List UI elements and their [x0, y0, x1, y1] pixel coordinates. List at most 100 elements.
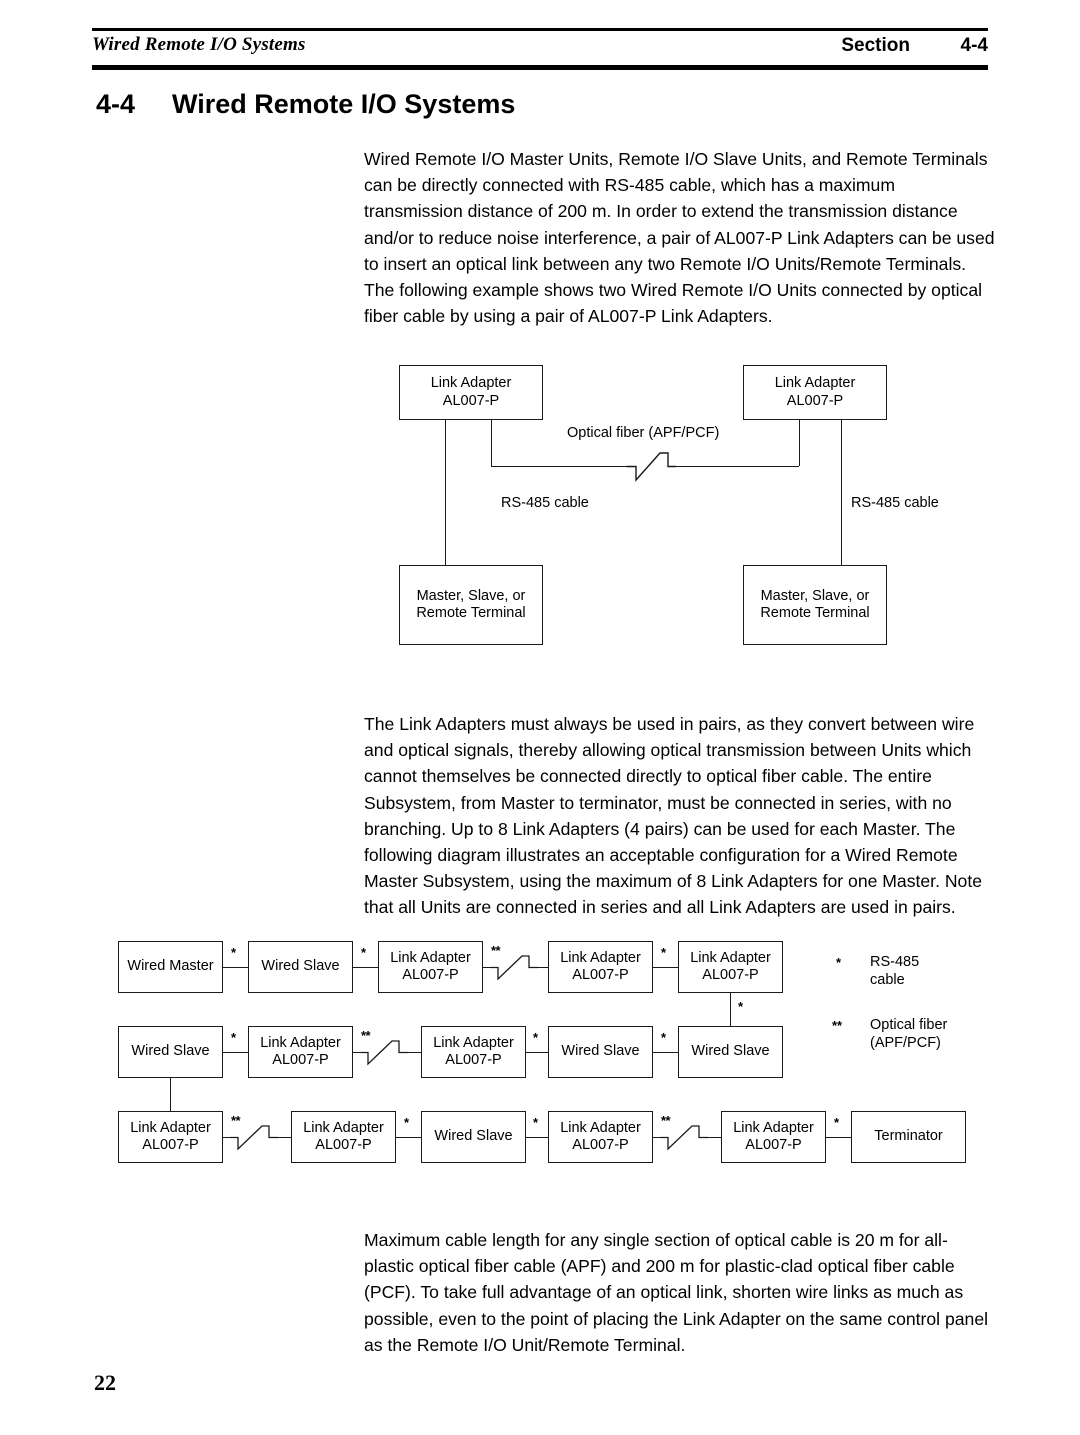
diagram2-row2-box3-link-adapter: Link Adapter AL007-P	[421, 1026, 526, 1078]
box-line-1: Link Adapter	[430, 375, 512, 391]
box-line-1: Link Adapter	[303, 1119, 384, 1136]
diagram1-fiber-riser-right	[799, 420, 800, 466]
box-line-2: AL007-P	[702, 967, 759, 983]
diagram1-fiber-riser-left	[491, 420, 492, 466]
box-line-2: AL007-P	[786, 392, 844, 409]
diagram1-unit-left: Master, Slave, or Remote Terminal	[399, 565, 543, 645]
box-line-1: Wired Slave	[261, 958, 340, 975]
diagram2-drop-row2-row3	[170, 1078, 171, 1111]
header-row: Wired Remote I/O Systems Section 4-4	[92, 31, 988, 65]
diagram1-rs485-label-right: RS-485 cable	[851, 495, 939, 511]
diagram2-row1-fiber-stub-right	[537, 967, 548, 968]
diagram1-fiber-run-right	[670, 466, 799, 467]
box-line-2: AL007-P	[142, 1137, 199, 1153]
diagram2-row1-link2	[353, 967, 378, 968]
diagram1-rs485-line-right	[841, 420, 842, 565]
diagram1-fiber-run-left	[491, 466, 632, 467]
legend-text-optical-line2: (APF/PCF)	[870, 1035, 941, 1051]
section-heading-text: Wired Remote I/O Systems	[172, 89, 516, 119]
box-line-1: Wired Slave	[561, 1043, 640, 1060]
box-line-1: Link Adapter	[260, 1034, 341, 1051]
diagram2-row3-box5-link-adapter: Link Adapter AL007-P	[721, 1111, 826, 1163]
diagram2-row3-mark3: *	[533, 1115, 538, 1130]
diagram-wired-master-subsystem: Wired Master * Wired Slave * Link Adapte…	[110, 930, 990, 1180]
diagram2-row3-box2-link-adapter: Link Adapter AL007-P	[291, 1111, 396, 1163]
box-line-1: Link Adapter	[690, 949, 771, 966]
diagram2-row3-box3-wired-slave: Wired Slave	[421, 1111, 526, 1163]
diagram2-row2-mark2: **	[361, 1028, 371, 1043]
diagram1-rs485-label-left: RS-485 cable	[501, 495, 589, 511]
optical-break-symbol-icon	[490, 955, 538, 981]
box-line-2: AL007-P	[745, 1137, 802, 1153]
box-line-2: AL007-P	[272, 1052, 329, 1068]
box-line-1: Link Adapter	[130, 1119, 211, 1136]
diagram2-row3-fiber2-stub-right	[707, 1137, 721, 1138]
page-number: 22	[94, 1370, 116, 1395]
diagram2-row2-link3	[526, 1052, 548, 1053]
box-line-2: AL007-P	[572, 967, 629, 983]
diagram2-row1-mark1: *	[231, 945, 236, 960]
diagram1-optical-fiber-label: Optical fiber (APF/PCF)	[567, 425, 720, 441]
legend-text-rs485-line1: RS-485	[870, 954, 920, 970]
header-running-title: Wired Remote I/O Systems	[92, 34, 306, 55]
diagram2-row2-link1	[223, 1052, 248, 1053]
diagram2-row2-box4-wired-slave: Wired Slave	[548, 1026, 653, 1078]
diagram1-rs485-line-left	[445, 420, 446, 565]
diagram2-drop-row1-row2-mark: *	[738, 999, 743, 1014]
diagram2-row2-box5-wired-slave: Wired Slave	[678, 1026, 783, 1078]
diagram2-row2-mark1: *	[231, 1030, 236, 1045]
legend-mark-rs485: *	[836, 955, 842, 970]
diagram2-row1-link4	[653, 967, 678, 968]
optical-break-symbol-icon	[626, 452, 676, 482]
diagram1-link-adapter-left: Link Adapter AL007-P	[399, 365, 543, 420]
box-line-1: Link Adapter	[560, 1119, 641, 1136]
diagram2-row3-mark1: **	[231, 1113, 241, 1128]
diagram2-row3-fiber-stub-right	[277, 1137, 291, 1138]
box-line-1: Link Adapter	[560, 949, 641, 966]
diagram2-row1-box5-link-adapter: Link Adapter AL007-P	[678, 941, 783, 993]
box-line-1: Terminator	[874, 1128, 943, 1145]
diagram2-row3-link3	[526, 1137, 548, 1138]
diagram-optical-link-example: Link Adapter AL007-P Link Adapter AL007-…	[390, 355, 960, 655]
box-line-2: AL007-P	[442, 392, 500, 409]
diagram2-drop-row1-row2	[730, 993, 731, 1026]
diagram2-row3-mark2: *	[404, 1115, 409, 1130]
legend-mark-optical: **	[832, 1018, 843, 1033]
legend-text-rs485-line2: cable	[870, 972, 905, 988]
box-line-2: Remote Terminal	[416, 605, 526, 621]
diagram2-row3-box6-terminator: Terminator	[851, 1111, 966, 1163]
box-line-2: AL007-P	[572, 1137, 629, 1153]
box-line-2: AL007-P	[402, 967, 459, 983]
diagram2-row1-mark4: *	[661, 945, 666, 960]
box-line-1: Link Adapter	[733, 1119, 814, 1136]
optical-break-symbol-icon	[230, 1125, 278, 1151]
document-page: Wired Remote I/O Systems Section 4-4 4-4…	[0, 0, 1080, 1435]
diagram2-row3-box4-link-adapter: Link Adapter AL007-P	[548, 1111, 653, 1163]
running-header: Wired Remote I/O Systems Section 4-4	[92, 28, 988, 70]
box-line-1: Link Adapter	[433, 1034, 514, 1051]
box-line-1: Wired Slave	[434, 1128, 513, 1145]
diagram2-row3-link2	[396, 1137, 421, 1138]
box-line-1: Link Adapter	[390, 949, 471, 966]
diagram2-row1-link1	[223, 967, 248, 968]
diagram2-row2-link4	[653, 1052, 678, 1053]
diagram1-unit-right: Master, Slave, or Remote Terminal	[743, 565, 887, 645]
box-line-1: Master, Slave, or	[760, 587, 870, 604]
optical-break-symbol-icon	[660, 1125, 708, 1151]
body-paragraph-3: Maximum cable length for any single sect…	[364, 1230, 989, 1355]
diagram2-row1-box1-wired-master: Wired Master	[118, 941, 223, 993]
body-paragraph-2: The Link Adapters must always be used in…	[364, 714, 983, 918]
box-line-1: Wired Slave	[131, 1043, 210, 1060]
box-line-1: Wired Slave	[691, 1043, 770, 1060]
box-line-2: AL007-P	[315, 1137, 372, 1153]
body-paragraph-1: Wired Remote I/O Master Units, Remote I/…	[364, 149, 995, 327]
diagram2-row3-box1-link-adapter: Link Adapter AL007-P	[118, 1111, 223, 1163]
box-line-1: Master, Slave, or	[416, 587, 526, 604]
diagram2-row2-box2-link-adapter: Link Adapter AL007-P	[248, 1026, 353, 1078]
diagram2-row1-box2-wired-slave: Wired Slave	[248, 941, 353, 993]
box-line-2: Remote Terminal	[760, 605, 870, 621]
diagram2-row3-mark4: **	[661, 1113, 671, 1128]
box-line-1: Wired Master	[127, 958, 214, 975]
diagram2-row2-box1-wired-slave: Wired Slave	[118, 1026, 223, 1078]
diagram2-row2-fiber-stub-right	[407, 1052, 421, 1053]
